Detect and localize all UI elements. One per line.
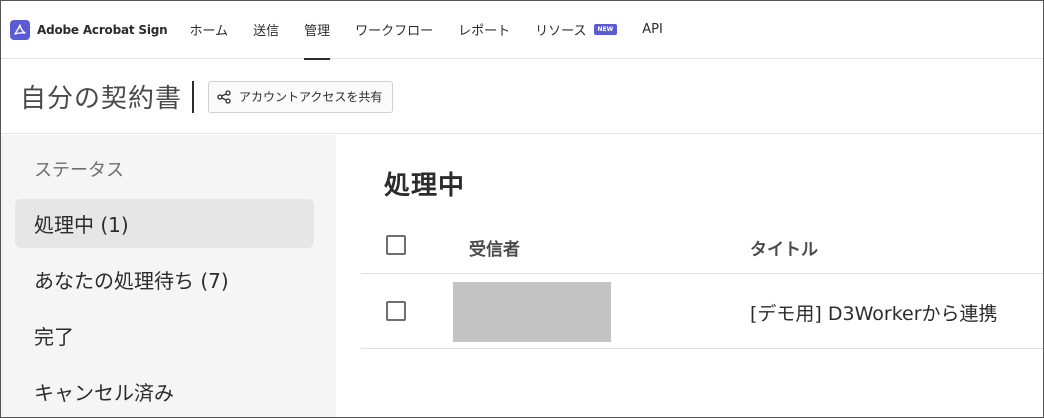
sidebar-item-label: 処理中 (1) [34, 213, 129, 237]
title-divider [192, 80, 195, 113]
brand-name: Adobe Acrobat Sign [37, 22, 168, 37]
column-header-recipient[interactable]: 受信者 [469, 235, 520, 260]
nav-item-resources[interactable]: リソース NEW [535, 1, 618, 59]
sidebar-item-cancelled[interactable]: キャンセル済み [15, 367, 314, 416]
sidebar-item-waiting-for-you[interactable]: あなたの処理待ち (7) [15, 255, 314, 304]
recipient-redacted-block [453, 282, 611, 342]
nav-item-label: ワークフロー [355, 24, 434, 39]
nav-item-send[interactable]: 送信 [253, 1, 279, 59]
new-badge: NEW [593, 24, 618, 35]
column-header-title[interactable]: タイトル [750, 235, 818, 260]
nav-item-label: ホーム [189, 24, 229, 39]
nav-item-reports[interactable]: レポート [458, 1, 510, 59]
sidebar-item-label: キャンセル済み [34, 381, 174, 405]
row-checkbox[interactable] [386, 301, 406, 321]
status-sidebar: ステータス 処理中 (1) あなたの処理待ち (7) 完了 キャンセル済み [1, 135, 336, 417]
table-header: 受信者 タイトル [361, 219, 1043, 274]
brand[interactable]: Adobe Acrobat Sign [10, 19, 168, 40]
nav-items: ホーム 送信 管理 ワークフロー レポート リソース NEW API [189, 1, 687, 60]
sidebar-item-label: 完了 [34, 325, 74, 349]
top-navigation: Adobe Acrobat Sign ホーム 送信 管理 ワークフロー レポート… [1, 1, 1043, 60]
app-window: Adobe Acrobat Sign ホーム 送信 管理 ワークフロー レポート… [0, 0, 1044, 418]
acrobat-logo-icon [10, 19, 30, 40]
share-icon [217, 89, 231, 104]
main-title: 処理中 [384, 171, 466, 201]
table-row[interactable]: [デモ用] D3Workerから連携 [361, 274, 1043, 349]
nav-item-api[interactable]: API [642, 1, 663, 59]
sidebar-heading: ステータス [34, 160, 124, 181]
share-account-access-button[interactable]: アカウントアクセスを共有 [208, 80, 394, 113]
page-header: 自分の契約書 アカウントアクセスを共有 [1, 60, 1043, 134]
select-all-checkbox[interactable] [386, 235, 406, 255]
sidebar-item-label: あなたの処理待ち (7) [34, 269, 229, 293]
nav-item-home[interactable]: ホーム [189, 1, 228, 59]
nav-item-workflow[interactable]: ワークフロー [355, 1, 433, 59]
sidebar-item-in-progress[interactable]: 処理中 (1) [15, 199, 314, 248]
share-button-label: アカウントアクセスを共有 [239, 90, 383, 104]
sidebar-item-completed[interactable]: 完了 [15, 311, 314, 360]
nav-item-manage[interactable]: 管理 [304, 1, 331, 60]
nav-item-label: リソース [535, 24, 587, 39]
nav-item-label: レポート [458, 24, 511, 39]
nav-item-label: 送信 [253, 24, 280, 39]
page-title: 自分の契約書 [20, 84, 183, 114]
nav-item-label: API [642, 22, 663, 37]
nav-item-label: 管理 [304, 24, 331, 39]
row-title[interactable]: [デモ用] D3Workerから連携 [750, 299, 998, 326]
